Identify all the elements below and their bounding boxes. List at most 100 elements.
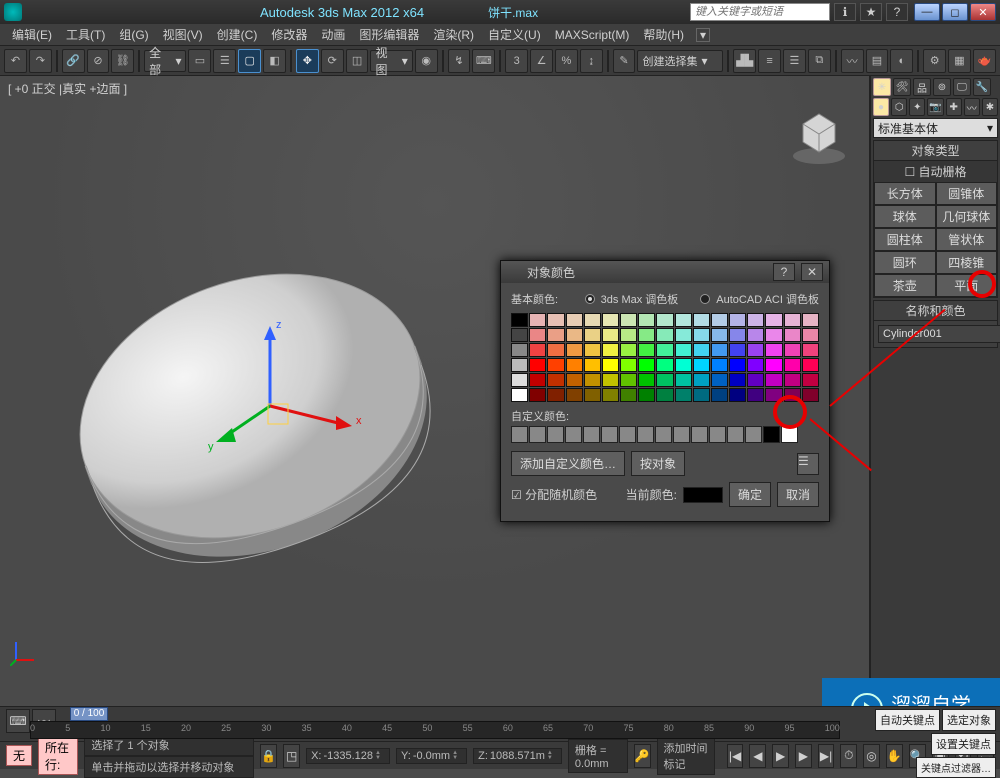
palette-swatch[interactable] [511, 343, 528, 357]
custom-swatch[interactable] [529, 426, 546, 443]
menu-render[interactable]: 渲染(R) [427, 24, 480, 45]
script-mini-none[interactable]: 无 [6, 745, 32, 766]
palette-swatch[interactable] [547, 328, 564, 342]
palette-swatch[interactable] [584, 358, 601, 372]
palette-swatch[interactable] [802, 358, 819, 372]
pivot-button[interactable]: ◉ [415, 49, 438, 73]
infocenter-icon[interactable]: ℹ [834, 3, 856, 21]
palette-swatch[interactable] [675, 373, 692, 387]
palette-swatch[interactable] [693, 358, 710, 372]
redo-button[interactable]: ↷ [29, 49, 52, 73]
palette-swatch[interactable] [711, 328, 728, 342]
menu-maxscript[interactable]: MAXScript(M) [549, 26, 636, 44]
palette-swatch[interactable] [802, 328, 819, 342]
favorites-icon[interactable]: ★ [860, 3, 882, 21]
select-button[interactable]: ▭ [188, 49, 211, 73]
time-tag-button[interactable]: 🔑 [634, 744, 651, 768]
time-tag-field[interactable]: 添加时间标记 [657, 737, 715, 775]
setkey-button[interactable]: 设置关键点 [931, 733, 996, 755]
autogrid-checkbox[interactable]: ☐ 自动栅格 [874, 161, 997, 182]
palette-swatch[interactable] [566, 358, 583, 372]
script-mini-line[interactable]: 所在行: [38, 737, 78, 775]
palette-swatch[interactable] [620, 328, 637, 342]
current-color-swatch[interactable] [683, 487, 723, 503]
palette-swatch[interactable] [584, 328, 601, 342]
palette-swatch[interactable] [566, 343, 583, 357]
menu-help[interactable]: 帮助(H) [637, 24, 690, 45]
object-type-header[interactable]: 对象类型 [874, 141, 997, 161]
palette-swatch[interactable] [656, 388, 673, 402]
scale-button[interactable]: ◫ [346, 49, 369, 73]
palette-swatch[interactable] [693, 328, 710, 342]
snap-button[interactable]: 3 [505, 49, 528, 73]
menu-tools[interactable]: 工具(T) [60, 24, 111, 45]
palette-swatch[interactable] [602, 358, 619, 372]
transform-z-field[interactable]: Z:1088.571m▲▼ [473, 748, 562, 764]
palette-swatch[interactable] [566, 328, 583, 342]
ok-button[interactable]: 确定 [729, 482, 771, 507]
palette-swatch[interactable] [675, 313, 692, 327]
motion-tab[interactable]: ⊚ [933, 78, 951, 96]
prim-geosphere[interactable]: 几何球体 [936, 205, 998, 228]
name-color-header[interactable]: 名称和颜色 [874, 301, 997, 321]
menu-group[interactable]: 组(G) [113, 24, 154, 45]
modify-tab[interactable]: 🛠 [893, 78, 911, 96]
palette-swatch[interactable] [675, 388, 692, 402]
menu-modifiers[interactable]: 修改器 [265, 24, 313, 45]
palette-swatch[interactable] [656, 373, 673, 387]
abs-rel-button[interactable]: ◳ [283, 744, 300, 768]
helpers-cat-icon[interactable]: ✚ [946, 98, 962, 116]
custom-swatch[interactable] [655, 426, 672, 443]
custom-color-row[interactable] [511, 426, 819, 443]
color-palette[interactable] [511, 313, 819, 402]
bind-button[interactable]: ⛓ [111, 49, 134, 73]
move-button[interactable]: ✥ [296, 49, 319, 73]
palette-swatch[interactable] [729, 388, 746, 402]
dialog-help-button[interactable]: ? [773, 263, 795, 281]
rotate-button[interactable]: ⟳ [321, 49, 344, 73]
render-setup-button[interactable]: ⚙ [923, 49, 946, 73]
prim-sphere[interactable]: 球体 [874, 205, 936, 228]
select-rect-button[interactable]: ▢ [238, 49, 261, 73]
clone-button[interactable]: ⧉ [808, 49, 831, 73]
palette-swatch[interactable] [729, 328, 746, 342]
palette-swatch[interactable] [765, 328, 782, 342]
palette-swatch[interactable] [638, 343, 655, 357]
help-icon[interactable]: ? [886, 3, 908, 21]
palette-swatch[interactable] [602, 373, 619, 387]
custom-swatch[interactable] [565, 426, 582, 443]
keyboard-button[interactable]: ⌨ [472, 49, 495, 73]
layers-button[interactable]: ☰ [783, 49, 806, 73]
palette-swatch[interactable] [729, 373, 746, 387]
undo-button[interactable]: ↶ [4, 49, 27, 73]
link-button[interactable]: 🔗 [62, 49, 85, 73]
palette-swatch[interactable] [711, 358, 728, 372]
palette-swatch[interactable] [675, 328, 692, 342]
custom-swatch[interactable] [727, 426, 744, 443]
palette-swatch[interactable] [693, 313, 710, 327]
custom-swatch[interactable] [709, 426, 726, 443]
palette-swatch[interactable] [656, 328, 673, 342]
radio-3dsmax-palette[interactable] [585, 294, 595, 304]
palette-swatch[interactable] [784, 343, 801, 357]
goto-start-button[interactable]: |◀ [727, 744, 744, 768]
palette-swatch[interactable] [620, 313, 637, 327]
mirror-button[interactable]: ▟▙ [733, 49, 756, 73]
window-cross-button[interactable]: ◧ [263, 49, 286, 73]
palette-swatch[interactable] [711, 343, 728, 357]
palette-swatch[interactable] [566, 388, 583, 402]
transform-x-field[interactable]: X:-1335.128▲▼ [306, 748, 390, 764]
palette-swatch[interactable] [602, 328, 619, 342]
palette-swatch[interactable] [638, 328, 655, 342]
palette-swatch[interactable] [547, 373, 564, 387]
palette-swatch[interactable] [566, 373, 583, 387]
palette-swatch[interactable] [602, 313, 619, 327]
active-color-option-button[interactable]: ☰ [797, 453, 819, 475]
shapes-cat-icon[interactable]: ⬡ [891, 98, 907, 116]
palette-swatch[interactable] [711, 373, 728, 387]
next-frame-button[interactable]: ▶ [795, 744, 812, 768]
palette-swatch[interactable] [602, 388, 619, 402]
palette-swatch[interactable] [511, 358, 528, 372]
palette-swatch[interactable] [620, 358, 637, 372]
custom-swatch[interactable] [781, 426, 798, 443]
